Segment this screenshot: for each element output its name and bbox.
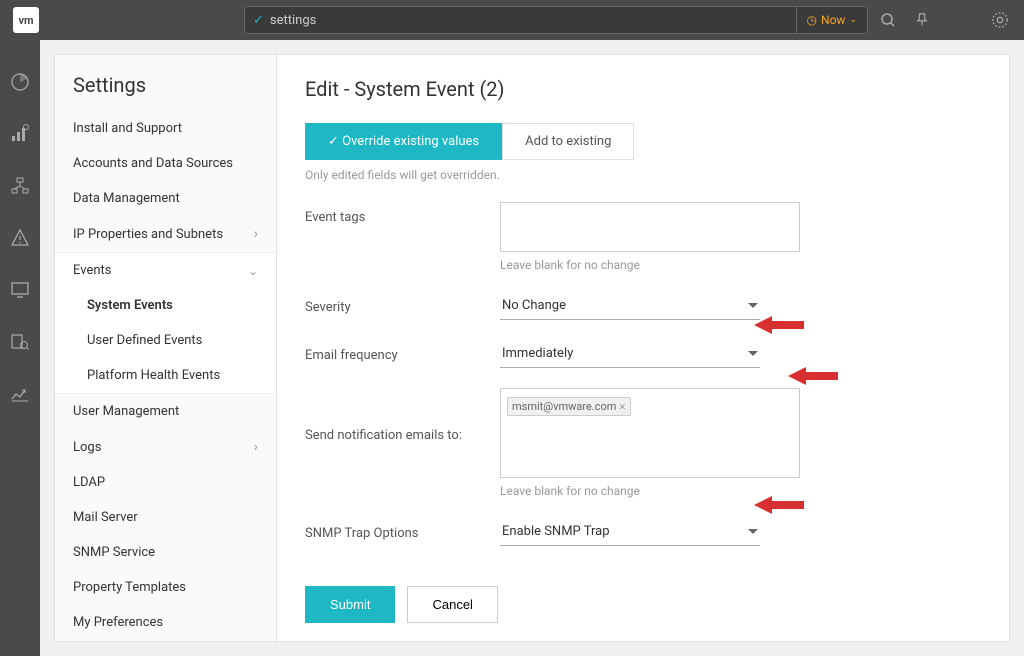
alert-icon[interactable]: [8, 226, 32, 250]
content-panel: Edit - System Event (2) Override existin…: [277, 55, 1009, 641]
left-rail: [0, 40, 40, 656]
check-icon: ✓: [253, 13, 264, 28]
tab-add[interactable]: Add to existing: [502, 123, 634, 160]
sidebar-item-data-mgmt[interactable]: Data Management: [55, 181, 276, 216]
plan-icon[interactable]: [8, 382, 32, 406]
now-label: Now: [821, 13, 845, 27]
label-snmp: SNMP Trap Options: [305, 518, 500, 541]
sidebar-item-logs[interactable]: Logs: [55, 429, 276, 465]
page-title: Edit - System Event (2): [305, 77, 981, 101]
search-icon[interactable]: [874, 6, 902, 34]
severity-select[interactable]: No Change: [500, 292, 760, 320]
label-event-tags: Event tags: [305, 202, 500, 225]
sidebar-item-sysconfig[interactable]: System Configuration: [55, 640, 276, 641]
sidebar-item-events[interactable]: Events: [55, 253, 276, 288]
clock-icon: ◷: [807, 13, 817, 27]
cancel-button[interactable]: Cancel: [407, 586, 497, 623]
tab-override[interactable]: Override existing values: [305, 123, 502, 160]
monitor-icon[interactable]: [8, 278, 32, 302]
sidebar-title: Settings: [55, 55, 276, 111]
app-logo: vm: [13, 7, 39, 33]
settings-sidebar: Settings Install and Support Accounts an…: [55, 55, 277, 641]
sidebar-item-ldap[interactable]: LDAP: [55, 465, 276, 500]
mode-tabs: Override existing values Add to existing: [305, 123, 981, 160]
override-hint: Only edited fields will get overridden.: [305, 168, 981, 182]
label-email-freq: Email frequency: [305, 340, 500, 363]
send-to-hint: Leave blank for no change: [500, 484, 800, 498]
pin-icon[interactable]: [908, 6, 936, 34]
sidebar-item-templates[interactable]: Property Templates: [55, 570, 276, 605]
sidebar-item-system-events[interactable]: System Events: [55, 288, 276, 323]
sidebar-item-ip-props[interactable]: IP Properties and Subnets: [55, 216, 276, 252]
sidebar-item-prefs[interactable]: My Preferences: [55, 605, 276, 640]
label-send-to: Send notification emails to:: [305, 388, 500, 443]
topology-icon[interactable]: [8, 174, 32, 198]
search-area: ✓ settings ◷ Now ⌄: [244, 6, 936, 34]
time-selector[interactable]: ◷ Now ⌄: [797, 6, 868, 34]
event-tags-input[interactable]: [500, 202, 800, 252]
email-recipients-input[interactable]: msmit@vmware.com: [500, 388, 800, 478]
sidebar-item-user-mgmt[interactable]: User Management: [55, 394, 276, 429]
search-input[interactable]: ✓ settings: [244, 6, 797, 34]
top-bar: vm ✓ settings ◷ Now ⌄: [0, 0, 1024, 40]
snmp-select[interactable]: Enable SNMP Trap: [500, 518, 760, 546]
explore-icon[interactable]: [8, 330, 32, 354]
sidebar-item-snmp[interactable]: SNMP Service: [55, 535, 276, 570]
sidebar-item-user-events[interactable]: User Defined Events: [55, 323, 276, 358]
sidebar-item-platform-events[interactable]: Platform Health Events: [55, 358, 276, 393]
submit-button[interactable]: Submit: [305, 586, 395, 623]
event-tags-hint: Leave blank for no change: [500, 258, 800, 272]
email-freq-select[interactable]: Immediately: [500, 340, 760, 368]
main-area: Settings Install and Support Accounts an…: [40, 40, 1024, 656]
chart-icon[interactable]: [8, 122, 32, 146]
sidebar-item-install[interactable]: Install and Support: [55, 111, 276, 146]
dashboard-icon[interactable]: [8, 70, 32, 94]
sidebar-item-mail[interactable]: Mail Server: [55, 500, 276, 535]
chevron-down-icon: ⌄: [849, 15, 857, 25]
sidebar-item-accounts[interactable]: Accounts and Data Sources: [55, 146, 276, 181]
gear-icon[interactable]: [986, 6, 1014, 34]
email-tag[interactable]: msmit@vmware.com: [507, 397, 631, 416]
search-text: settings: [270, 13, 316, 28]
content-card: Settings Install and Support Accounts an…: [54, 54, 1010, 642]
label-severity: Severity: [305, 292, 500, 315]
